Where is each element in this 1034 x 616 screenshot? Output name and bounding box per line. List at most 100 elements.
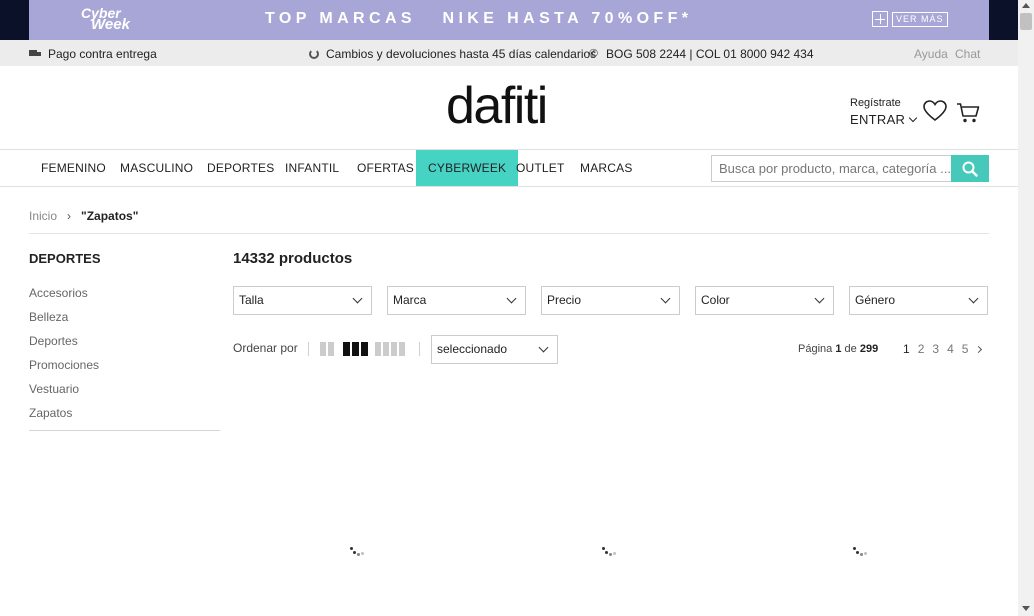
- promo-text[interactable]: TOP MARCAS NIKE HASTA 70%OFF*: [265, 10, 692, 28]
- dafiti-logo[interactable]: dafiti: [446, 78, 548, 134]
- filter-color[interactable]: Color: [695, 286, 834, 315]
- page: Cyber Week TOP MARCAS NIKE HASTA 70%OFF*…: [0, 0, 1034, 616]
- delivery-text: Pago contra entrega: [48, 47, 157, 61]
- breadcrumb-separator: ›: [67, 209, 72, 223]
- chevron-down-icon: [538, 342, 549, 353]
- chevron-right-icon[interactable]: [975, 345, 983, 354]
- page-link[interactable]: 2: [918, 342, 925, 356]
- grid-3-columns-icon[interactable]: [343, 342, 368, 356]
- loading-spinner-icon: [350, 547, 366, 559]
- search-input[interactable]: Busca por producto, marca, categoría ...: [711, 155, 951, 182]
- divider: [29, 233, 989, 234]
- plus-icon: [872, 11, 888, 27]
- pagination-info: Página 1 de 299: [798, 343, 878, 355]
- filter-label: Talla: [239, 293, 264, 307]
- sidebar-item-vestuario[interactable]: Vestuario: [29, 382, 99, 406]
- filter-genero[interactable]: Género: [849, 286, 988, 315]
- sort-label: Ordenar por: [233, 341, 298, 355]
- filter-talla[interactable]: Talla: [233, 286, 372, 315]
- account-menu[interactable]: Regístrate ENTRAR: [850, 97, 918, 127]
- pagination: 1 2 3 4 5: [903, 342, 983, 356]
- phone-icon: ✆: [589, 47, 599, 60]
- phones-info: ✆ BOG 508 2244 | COL 01 8000 942 434: [589, 47, 814, 61]
- sidebar-title: DEPORTES: [29, 251, 101, 266]
- delivery-info: Pago contra entrega: [29, 47, 157, 61]
- search-icon: [962, 161, 978, 177]
- page-link[interactable]: 5: [962, 342, 969, 356]
- page-total: 299: [859, 343, 879, 355]
- page-prefix: Página: [798, 343, 833, 355]
- chevron-down-icon: [909, 113, 918, 123]
- nav-item-infantil[interactable]: INFANTIL: [273, 150, 351, 186]
- grid-2-columns-icon[interactable]: [320, 342, 334, 356]
- filter-label: Marca: [393, 293, 427, 307]
- nav-item-cyberweek[interactable]: CYBERWEEK: [416, 150, 519, 186]
- filter-label: Género: [855, 293, 896, 307]
- login-label: ENTRAR: [850, 112, 906, 127]
- chevron-down-icon: [352, 293, 363, 304]
- filter-precio[interactable]: Precio: [541, 286, 680, 315]
- sidebar-item-zapatos[interactable]: Zapatos: [29, 406, 99, 430]
- filter-label: Color: [701, 293, 730, 307]
- sidebar-divider: [29, 430, 220, 431]
- cyberweek-logo: Cyber Week: [81, 6, 141, 35]
- sidebar-item-belleza[interactable]: Belleza: [29, 310, 99, 334]
- sort-value: seleccionado: [437, 342, 508, 356]
- filter-label: Precio: [547, 293, 582, 307]
- promo-banner-inner[interactable]: Cyber Week TOP MARCAS NIKE HASTA 70%OFF*…: [29, 0, 989, 40]
- register-link[interactable]: Regístrate: [850, 97, 901, 109]
- returns-info: Cambios y devoluciones hasta 45 días cal…: [309, 47, 596, 61]
- breadcrumb-home[interactable]: Inicio: [29, 209, 57, 223]
- phones-text: BOG 508 2244 | COL 01 8000 942 434: [606, 47, 814, 61]
- nav-item-ofertas[interactable]: OFERTAS: [345, 150, 426, 186]
- page-link[interactable]: 1: [903, 342, 910, 356]
- truck-icon: [29, 50, 41, 58]
- nav-item-outlet[interactable]: OUTLET: [504, 150, 577, 186]
- grid-4-columns-icon[interactable]: [375, 342, 405, 356]
- sort-select[interactable]: seleccionado: [431, 335, 558, 364]
- chevron-down-icon: [814, 293, 825, 304]
- sort-bar: Ordenar por seleccionado Página 1 de 299…: [233, 335, 989, 365]
- scroll-down-arrow-icon[interactable]: [1022, 606, 1030, 611]
- sidebar-category-list: Accesorios Belleza Deportes Promociones …: [29, 286, 99, 430]
- cart-icon[interactable]: [956, 102, 980, 124]
- refresh-icon: [309, 49, 319, 59]
- login-button[interactable]: ENTRAR: [850, 112, 918, 127]
- breadcrumb: Inicio › "Zapatos": [29, 209, 138, 223]
- filter-bar: Talla Marca Precio Color Género: [233, 286, 988, 315]
- breadcrumb-current: "Zapatos": [81, 209, 139, 223]
- sidebar-item-accesorios[interactable]: Accesorios: [29, 286, 99, 310]
- loading-spinner-icon: [602, 547, 618, 559]
- nav-item-femenino[interactable]: FEMENINO: [29, 150, 118, 186]
- separator: [419, 342, 420, 356]
- ver-mas-button[interactable]: VER MÁS: [892, 11, 948, 27]
- chevron-down-icon: [660, 293, 671, 304]
- loading-spinner-icon: [853, 547, 869, 559]
- vertical-scrollbar[interactable]: [1018, 0, 1034, 616]
- page-link[interactable]: 4: [947, 342, 954, 356]
- utility-bar: Pago contra entrega Cambios y devolucion…: [0, 40, 1018, 66]
- nav-item-masculino[interactable]: MASCULINO: [108, 150, 205, 186]
- help-link[interactable]: Ayuda: [914, 47, 948, 61]
- page-current: 1: [835, 343, 842, 355]
- heart-icon[interactable]: [923, 100, 947, 122]
- sidebar-item-promociones[interactable]: Promociones: [29, 358, 99, 382]
- sidebar-item-deportes[interactable]: Deportes: [29, 334, 99, 358]
- main-nav: FEMENINO MASCULINO DEPORTES INFANTIL OFE…: [0, 149, 1018, 187]
- site-header: dafiti Regístrate ENTRAR: [0, 66, 1018, 150]
- separator: [308, 342, 309, 356]
- chevron-down-icon: [506, 293, 517, 304]
- chevron-down-icon: [968, 293, 979, 304]
- chat-link[interactable]: Chat: [955, 47, 980, 61]
- page-link[interactable]: 3: [932, 342, 939, 356]
- page-of: de: [844, 343, 857, 355]
- scroll-thumb[interactable]: [1020, 13, 1032, 30]
- nav-item-marcas[interactable]: MARCAS: [568, 150, 645, 186]
- promo-ver-mas[interactable]: VER MÁS: [872, 11, 948, 27]
- product-count: 14332 productos: [233, 250, 353, 267]
- scroll-up-arrow-icon[interactable]: [1022, 3, 1030, 8]
- promo-banner[interactable]: Cyber Week TOP MARCAS NIKE HASTA 70%OFF*…: [0, 0, 1018, 40]
- search-button[interactable]: [951, 155, 989, 182]
- filter-marca[interactable]: Marca: [387, 286, 526, 315]
- returns-text: Cambios y devoluciones hasta 45 días cal…: [326, 47, 597, 61]
